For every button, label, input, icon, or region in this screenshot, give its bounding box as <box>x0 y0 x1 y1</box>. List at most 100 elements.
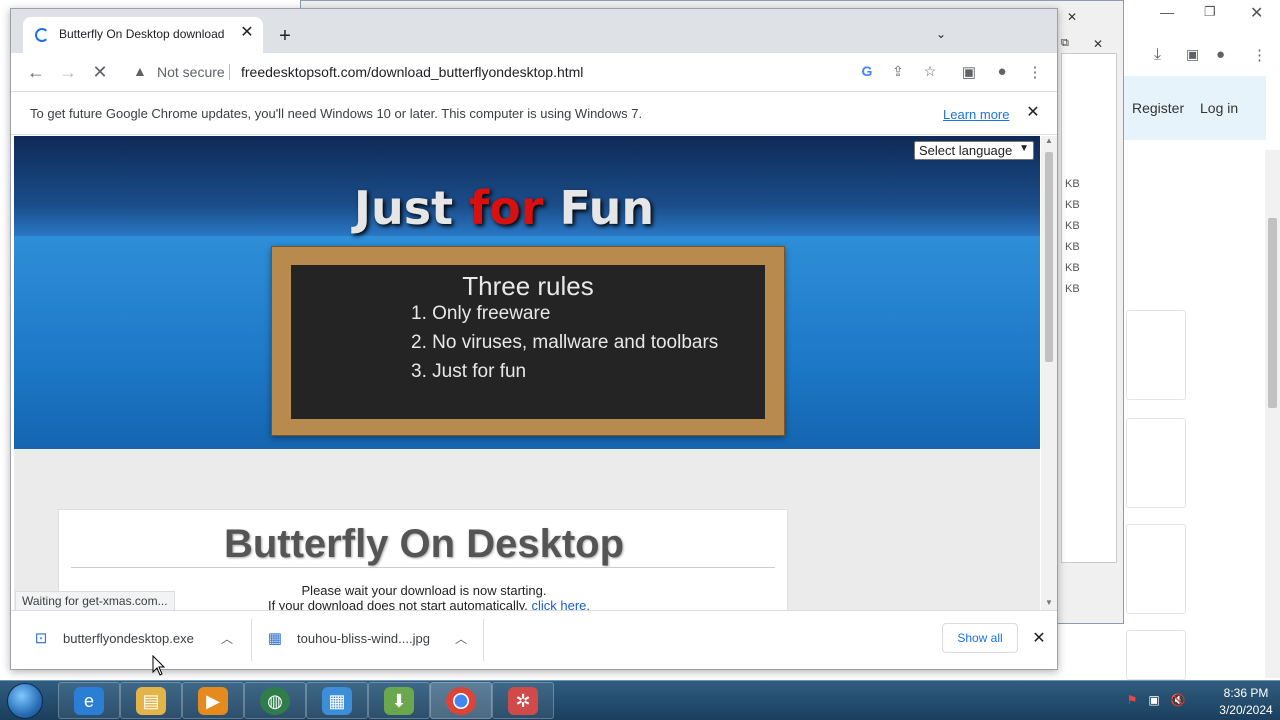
rule-item: 2. No viruses, mallware and toolbars <box>411 332 719 353</box>
divider <box>71 567 775 568</box>
network-icon[interactable]: ▣ <box>1146 693 1162 709</box>
product-title: Butterfly On Desktop <box>223 522 625 566</box>
side-panel-icon[interactable]: ▣ <box>958 63 980 85</box>
taskbar-internet-explorer[interactable]: e <box>58 682 120 719</box>
show-all-button[interactable]: Show all <box>942 623 1018 653</box>
forward-button[interactable]: → <box>56 61 80 85</box>
language-select[interactable]: Select language ▼ <box>914 141 1034 160</box>
file-size-label: KB <box>1065 283 1080 295</box>
scrollbar-thumb[interactable] <box>1268 218 1277 408</box>
login-link[interactable]: Log in <box>1200 100 1238 116</box>
restore-icon[interactable]: ⧉ <box>1061 37 1069 50</box>
download-file-name: touhou-bliss-wind....jpg <box>297 631 430 646</box>
chrome-toolbar: ← → ✕ ▲ Not secure freedesktopsoft.com/d… <box>11 53 1057 91</box>
rule-item: 3. Just for fun <box>411 361 527 382</box>
update-infobar: To get future Google Chrome updates, you… <box>11 91 1057 135</box>
background-card <box>1126 310 1186 400</box>
chevron-up-icon[interactable]: ︿ <box>217 629 237 649</box>
url-text[interactable]: freedesktopsoft.com/download_butterflyon… <box>241 64 583 80</box>
learn-more-link[interactable]: Learn more <box>943 107 1009 122</box>
taskbar-media-player[interactable]: ▶ <box>182 682 244 719</box>
background-card <box>1126 630 1186 680</box>
language-select-value: Select language <box>919 143 1013 158</box>
clock-time[interactable]: 8:36 PM <box>1216 686 1276 700</box>
tab-strip: Butterfly On Desktop download ✕ + ⌄ <box>11 9 1057 53</box>
system-tray: ⚑ ▣ 🔇 8:36 PM 3/20/2024 <box>1120 681 1280 720</box>
chrome-icon <box>446 687 476 715</box>
side-panel-icon[interactable]: ▣ <box>1186 46 1199 63</box>
profile-icon[interactable]: ● <box>991 63 1013 85</box>
download-item[interactable]: ▦ touhou-bliss-wind....jpg ︿ <box>261 621 481 657</box>
google-translate-icon[interactable]: G <box>857 63 877 83</box>
address-bar[interactable]: ▲ Not secure freedesktopsoft.com/downloa… <box>123 57 951 87</box>
banner-title-part: Fun <box>543 181 655 235</box>
click-here-link[interactable]: click here. <box>531 598 590 610</box>
close-icon[interactable]: ✕ <box>1250 3 1263 23</box>
close-icon[interactable]: ✕ <box>1093 37 1103 51</box>
taskbar-app[interactable]: ✲ <box>492 682 554 719</box>
register-link[interactable]: Register <box>1132 100 1184 116</box>
security-indicator[interactable]: Not secure <box>157 64 225 80</box>
restore-icon[interactable]: ❐ <box>1204 4 1216 20</box>
infobar-close-button[interactable]: ✕ <box>1023 102 1043 122</box>
close-icon[interactable]: ✕ <box>1067 10 1077 24</box>
volume-muted-icon[interactable]: 🔇 <box>1170 693 1186 709</box>
taskbar-installer[interactable]: ⬇ <box>368 682 430 719</box>
banner-title-part: Just <box>353 181 470 235</box>
file-size-label: KB <box>1065 262 1080 274</box>
taskbar-control-panel[interactable]: ▦ <box>306 682 368 719</box>
infobar-message: To get future Google Chrome updates, you… <box>30 106 643 121</box>
active-tab[interactable]: Butterfly On Desktop download ✕ <box>23 17 263 53</box>
fallback-text: If your download does not start automati… <box>267 598 532 610</box>
new-tab-button[interactable]: + <box>273 25 297 49</box>
warning-flag-icon[interactable]: ⚑ <box>1124 693 1140 709</box>
tab-search-button[interactable]: ⌄ <box>931 27 951 47</box>
tab-close-button[interactable]: ✕ <box>237 23 257 43</box>
exe-file-icon: ⊡ <box>34 630 48 647</box>
share-icon[interactable]: ⇪ <box>888 63 908 83</box>
scroll-up-icon[interactable]: ▲ <box>1045 136 1053 145</box>
loading-spinner-icon <box>35 28 49 42</box>
page-scrollbar[interactable]: ▲ ▼ <box>1041 136 1057 610</box>
chevron-up-icon[interactable]: ︿ <box>451 629 471 649</box>
rules-title: Three rules <box>462 271 594 301</box>
clock-date[interactable]: 3/20/2024 <box>1216 703 1276 717</box>
warning-icon: ▲ <box>133 63 147 79</box>
control-panel-icon: ▦ <box>322 687 352 715</box>
download-item[interactable]: ⊡ butterflyondesktop.exe ︿ <box>25 621 245 657</box>
background-scrollbar[interactable] <box>1265 150 1280 678</box>
file-size-label: KB <box>1065 241 1080 253</box>
rule-item: 1. Only freeware <box>411 303 551 324</box>
stop-button[interactable]: ✕ <box>88 61 112 85</box>
divider <box>483 619 484 661</box>
minimize-icon[interactable]: — <box>1160 4 1174 20</box>
file-size-label: KB <box>1065 199 1080 211</box>
profile-icon[interactable]: ● <box>1216 46 1225 63</box>
menu-icon[interactable]: ⋮ <box>1252 46 1267 64</box>
taskbar-file-explorer[interactable]: ▤ <box>120 682 182 719</box>
scrollbar-thumb[interactable] <box>1045 152 1053 362</box>
start-button[interactable] <box>3 681 47 720</box>
background-card <box>1126 524 1186 614</box>
scroll-down-icon[interactable]: ▼ <box>1045 598 1053 607</box>
banner-title: Just for Fun <box>14 181 994 235</box>
mouse-cursor-icon <box>152 655 166 676</box>
taskbar: e ▤ ▶ ◍ ▦ ⬇ ✲ ⚑ ▣ 🔇 8:36 PM 3/20/2024 <box>0 680 1280 720</box>
back-button[interactable]: ← <box>24 61 48 85</box>
download-shelf-close-button[interactable]: ✕ <box>1029 628 1049 648</box>
taskbar-chrome[interactable] <box>430 682 492 719</box>
bookmark-star-icon[interactable]: ☆ <box>920 63 940 83</box>
menu-icon[interactable]: ⋮ <box>1024 63 1046 85</box>
download-shelf: ⊡ butterflyondesktop.exe ︿ ▦ touhou-blis… <box>11 610 1057 669</box>
background-card <box>1126 418 1186 508</box>
download-file-name: butterflyondesktop.exe <box>63 631 194 646</box>
globe-icon: ◍ <box>260 687 290 715</box>
banner-title-highlight: for <box>469 181 544 235</box>
installer-icon: ⬇ <box>384 687 414 715</box>
file-size-label: KB <box>1065 178 1080 190</box>
download-icon[interactable]: ⤓ <box>1154 46 1161 64</box>
image-file-icon: ▦ <box>267 630 283 647</box>
taskbar-app[interactable]: ◍ <box>244 682 306 719</box>
network-app-icon: ✲ <box>508 687 538 715</box>
file-size-label: KB <box>1065 220 1080 232</box>
